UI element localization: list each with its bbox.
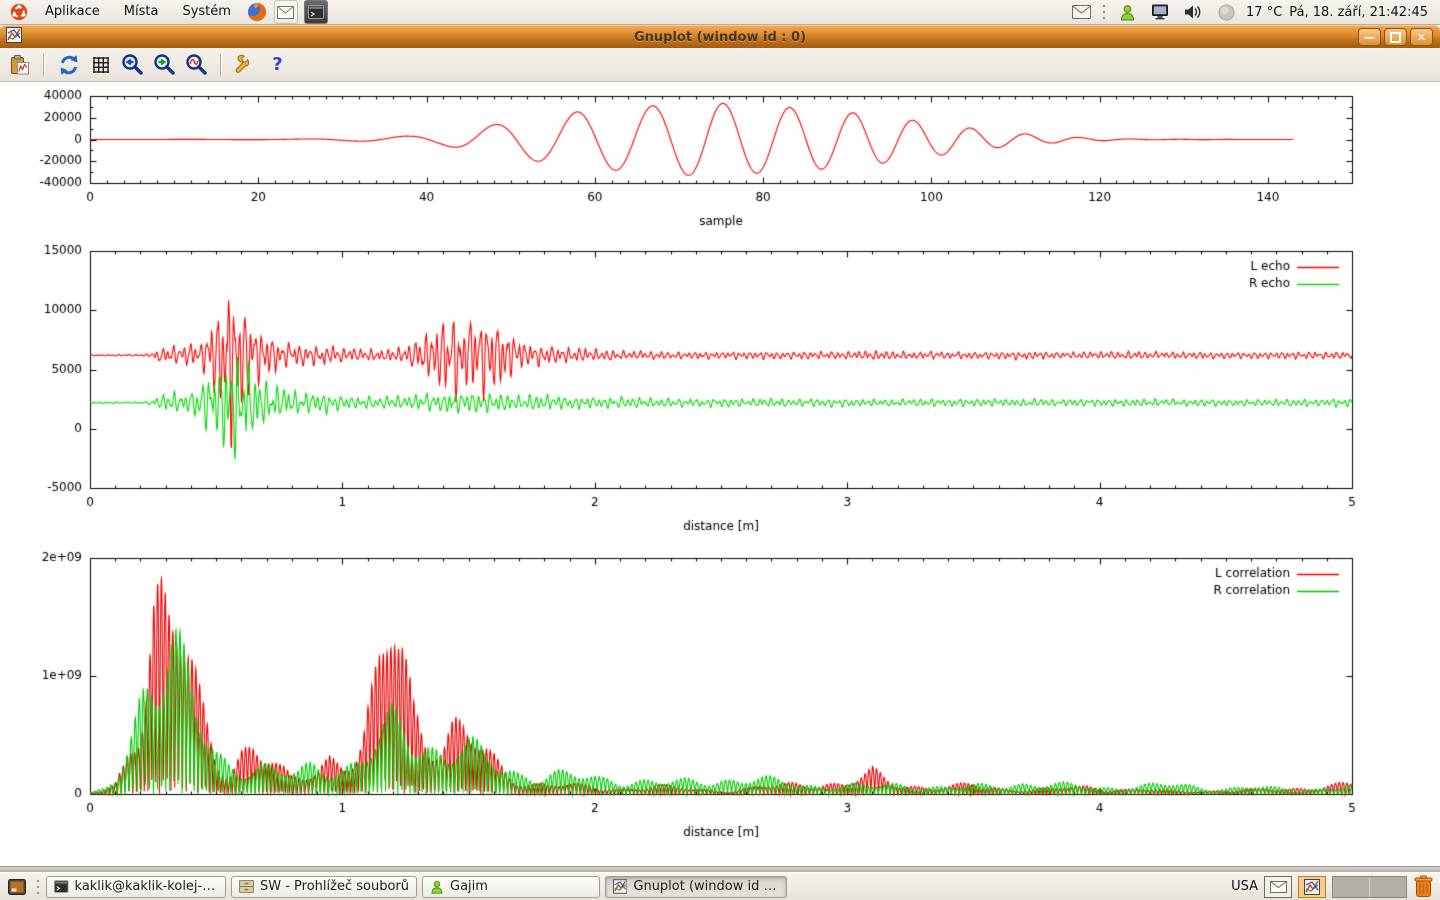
gajim-icon (430, 880, 444, 894)
task-button-gnuplot[interactable]: Gnuplot (window id : 0) (605, 876, 787, 898)
top-panel-tray: 17 °C Pá, 18. září, 21:42:45 (1068, 1, 1434, 23)
toggle-grid-button[interactable] (87, 51, 114, 78)
terminal-launcher-icon[interactable] (304, 0, 328, 24)
trash-applet[interactable] (1413, 875, 1434, 898)
top-panel: Aplikace Místa Systém (0, 0, 1440, 25)
menu-applications[interactable]: Aplikace (34, 0, 111, 24)
menu-system[interactable]: Systém (171, 0, 241, 24)
tray-gnuplot-icon[interactable] (1298, 876, 1326, 898)
settings-button[interactable] (232, 51, 259, 78)
task-button-file-manager[interactable]: SW - Prohlížeč souborů (231, 876, 417, 898)
close-icon: ✕ (1417, 32, 1426, 43)
replot-button[interactable] (55, 51, 82, 78)
terminal-icon (54, 880, 69, 893)
toolbar-separator (220, 54, 222, 76)
task-button-gajim[interactable]: Gajim (422, 876, 600, 898)
close-button[interactable]: ✕ (1410, 28, 1433, 46)
tray-mail-icon[interactable] (1264, 876, 1292, 898)
temperature-label[interactable]: 17 °C (1246, 5, 1282, 20)
zoom-forward-icon (153, 53, 176, 76)
firefox-launcher-icon[interactable] (246, 1, 268, 23)
help-icon: ? (272, 54, 282, 75)
weather-icon[interactable] (1215, 1, 1237, 23)
task-button-terminal[interactable]: kaklik@kaklik-kolej-u... (46, 876, 226, 898)
copy-plot-button[interactable] (6, 51, 33, 78)
applet-handle[interactable] (1101, 3, 1107, 21)
clock-label[interactable]: Pá, 18. září, 21:42:45 (1289, 5, 1428, 20)
workspace-switcher[interactable] (1332, 876, 1407, 898)
display-settings-icon[interactable] (1149, 1, 1171, 23)
window-titlebar[interactable]: Gnuplot (window id : 0) — ✕ (0, 25, 1440, 48)
mail-notifier-icon[interactable] (1070, 1, 1092, 23)
window-toolbar: ? (0, 48, 1440, 82)
zoom-next-button[interactable] (151, 51, 178, 78)
minimize-icon: — (1364, 32, 1375, 43)
zoom-previous-button[interactable] (119, 51, 146, 78)
file-manager-icon (239, 880, 254, 893)
trash-icon (1413, 875, 1434, 898)
minimize-button[interactable]: — (1358, 28, 1381, 46)
task-label: Gnuplot (window id : 0) (633, 879, 779, 894)
window-title: Gnuplot (window id : 0) (0, 30, 1440, 45)
task-label: kaklik@kaklik-kolej-u... (75, 879, 218, 894)
refresh-icon (58, 54, 80, 76)
desktop: Aplikace Místa Systém (0, 0, 1440, 900)
volume-icon[interactable] (1182, 1, 1204, 23)
zoom-autoscale-button[interactable] (183, 51, 210, 78)
task-label: Gajim (450, 879, 488, 894)
gajim-status-icon[interactable] (1116, 1, 1138, 23)
menu-places[interactable]: Místa (113, 0, 170, 24)
task-label: SW - Prohlížeč souborů (260, 879, 409, 894)
keyboard-layout-indicator[interactable]: USA (1231, 879, 1258, 894)
toolbar-separator (43, 54, 45, 76)
workspace-2[interactable] (1369, 877, 1406, 897)
show-desktop-button[interactable] (4, 875, 30, 899)
taskbar-right: USA (1231, 875, 1436, 898)
wrench-icon (234, 53, 258, 77)
plot-canvas[interactable] (0, 82, 1440, 866)
ubuntu-logo-icon[interactable] (8, 1, 30, 23)
workspace-1[interactable] (1333, 877, 1369, 897)
mail-launcher-icon[interactable] (274, 0, 298, 24)
show-desktop-icon (8, 879, 26, 895)
maximize-icon (1390, 32, 1401, 43)
zoom-back-icon (121, 53, 144, 76)
zoom-reset-icon (185, 53, 208, 76)
help-button[interactable]: ? (264, 51, 291, 78)
taskbar: kaklik@kaklik-kolej-u... SW - Prohlížeč … (0, 872, 1440, 900)
copy-to-clipboard-icon (9, 54, 31, 76)
maximize-button[interactable] (1384, 28, 1407, 46)
grid-icon (91, 55, 111, 75)
applet-handle[interactable] (35, 878, 41, 896)
gnuplot-icon (613, 879, 627, 894)
